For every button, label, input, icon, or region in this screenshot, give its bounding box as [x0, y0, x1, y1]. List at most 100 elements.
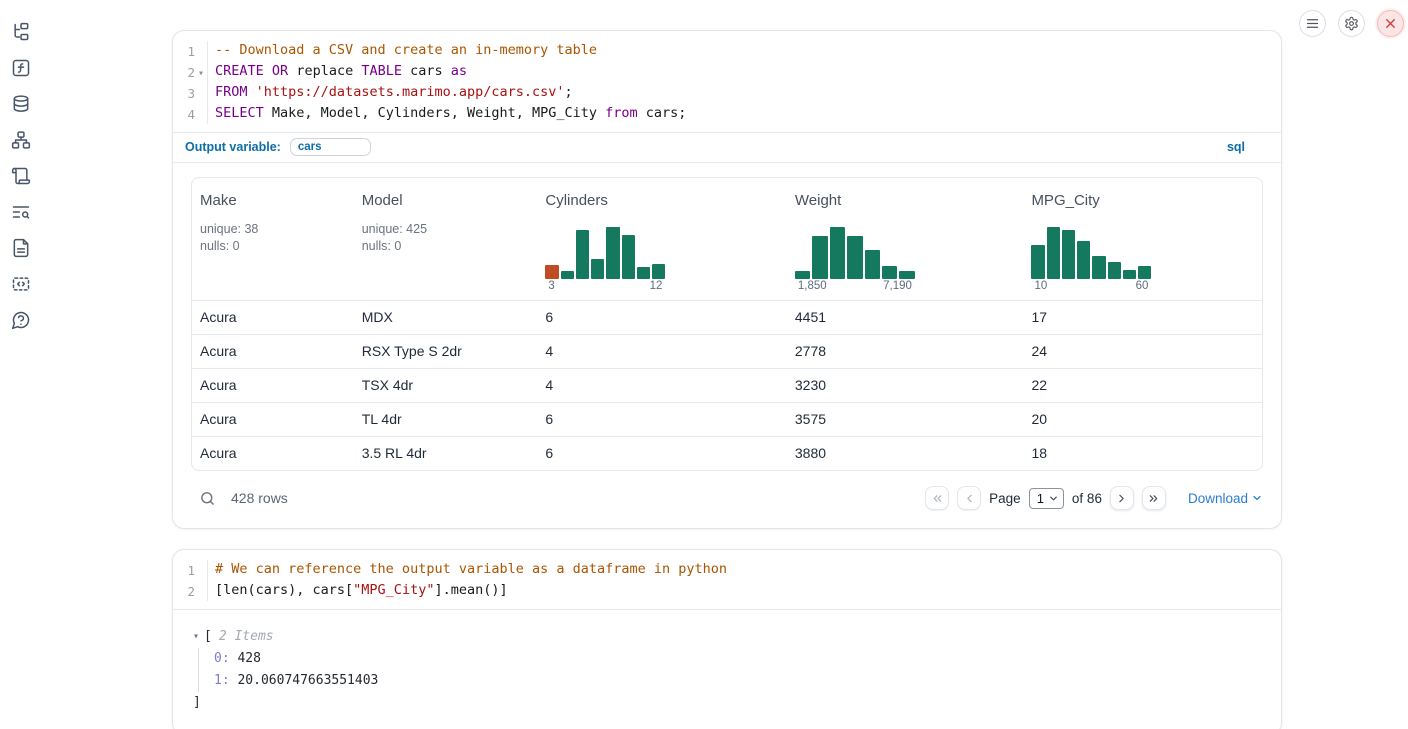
column-histogram: 312: [545, 227, 665, 292]
column-header-weight[interactable]: Weight 1,8507,190: [787, 178, 1024, 300]
axis-tick-label: 60: [1136, 280, 1149, 292]
output-list-items: 0: 4281: 20.060747663551403: [198, 648, 1263, 692]
table-cell: 3575: [787, 403, 1024, 436]
histogram-axis: 10 60: [1031, 279, 1151, 292]
histogram-bar: [606, 227, 619, 279]
table-row[interactable]: Acura3.5 RL 4dr6388018: [192, 436, 1262, 470]
chevron-down-icon: [1251, 492, 1263, 504]
code-line[interactable]: 2[len(cars), cars["MPG_City"].mean()]: [173, 581, 1281, 602]
column-header-cylinders[interactable]: Cylinders 312: [537, 178, 787, 300]
axis-tick-label: 10: [1034, 280, 1047, 292]
histogram-bar: [622, 235, 635, 279]
column-header-make[interactable]: Make unique: 38nulls: 0: [192, 178, 354, 300]
column-name: Make: [200, 192, 346, 209]
page-label: Page: [989, 491, 1021, 506]
table-body: AcuraMDX6445117AcuraRSX Type S 2dr427782…: [192, 300, 1262, 470]
column-histogram: 10 60: [1031, 227, 1151, 292]
data-table: Makeunique: 38nulls: 0Modelunique: 425nu…: [191, 177, 1263, 471]
histogram-bar: [637, 267, 650, 279]
column-stat: nulls: 0: [200, 238, 346, 255]
code-line[interactable]: 2▾CREATE OR replace TABLE cars as: [173, 62, 1281, 84]
collapse-chevron-icon[interactable]: ▾: [193, 626, 204, 648]
histogram-bar: [545, 265, 558, 279]
item-index: 1:: [214, 673, 230, 688]
line-number: 1: [173, 560, 195, 581]
previous-page-button[interactable]: [957, 486, 981, 510]
help-chat-icon[interactable]: [3, 302, 39, 338]
table-cell: 18: [1023, 437, 1262, 470]
page-total-label: of 86: [1072, 491, 1102, 506]
python-code-editor[interactable]: 1# We can reference the output variable …: [173, 550, 1281, 609]
code-line[interactable]: 1-- Download a CSV and create an in-memo…: [173, 41, 1281, 62]
download-button[interactable]: Download: [1188, 491, 1263, 506]
table-row[interactable]: AcuraMDX6445117: [192, 300, 1262, 334]
histogram-bar: [865, 250, 880, 279]
axis-tick-label: 12: [650, 280, 663, 292]
python-output: ▾ [ 2 Items 0: 4281: 20.060747663551403 …: [173, 610, 1281, 729]
table-row[interactable]: AcuraRSX Type S 2dr4277824: [192, 334, 1262, 368]
snippets-icon[interactable]: [3, 266, 39, 302]
dependency-graph-icon[interactable]: [3, 122, 39, 158]
table-cell: Acura: [192, 335, 354, 368]
code-text: -- Download a CSV and create an in-memor…: [207, 41, 597, 62]
table-cell: Acura: [192, 437, 354, 470]
gear-icon[interactable]: [1338, 10, 1365, 37]
search-icon[interactable]: [191, 490, 216, 507]
function-square-icon[interactable]: [3, 50, 39, 86]
fold-gutter: [195, 104, 207, 125]
left-panel-sidebar: [0, 0, 42, 729]
table-cell: 22: [1023, 369, 1262, 402]
code-line[interactable]: 4SELECT Make, Model, Cylinders, Weight, …: [173, 104, 1281, 125]
histogram-bar: [1123, 270, 1136, 279]
fold-chevron-icon[interactable]: ▾: [195, 62, 207, 84]
histogram-bars: [1031, 227, 1151, 279]
items-count-label: 2 Items: [219, 626, 274, 648]
close-icon[interactable]: [1377, 10, 1404, 37]
column-stat: unique: 38: [200, 221, 346, 238]
column-name: Cylinders: [545, 192, 779, 209]
file-tree-icon[interactable]: [3, 14, 39, 50]
code-line[interactable]: 3FROM 'https://datasets.marimo.app/cars.…: [173, 83, 1281, 104]
code-line[interactable]: 1# We can reference the output variable …: [173, 560, 1281, 581]
table-row[interactable]: AcuraTL 4dr6357520: [192, 402, 1262, 436]
column-header-mpg_city[interactable]: MPG_City1060: [1023, 178, 1262, 300]
table-row[interactable]: AcuraTSX 4dr4323022: [192, 368, 1262, 402]
histogram-bar: [899, 271, 914, 279]
output-variable-row: Output variable: sql: [173, 133, 1281, 162]
scroll-icon[interactable]: [3, 158, 39, 194]
last-page-button[interactable]: [1142, 486, 1166, 510]
database-icon[interactable]: [3, 86, 39, 122]
table-cell: 2778: [787, 335, 1024, 368]
table-header-row: Makeunique: 38nulls: 0Modelunique: 425nu…: [192, 178, 1262, 300]
histogram-axis: 1,8507,190: [795, 279, 915, 292]
sql-code-editor[interactable]: 1-- Download a CSV and create an in-memo…: [173, 31, 1281, 132]
table-cell: 17: [1023, 301, 1262, 334]
table-cell: TSX 4dr: [354, 369, 538, 402]
download-label: Download: [1188, 491, 1248, 506]
output-list-header: ▾ [ 2 Items: [193, 626, 1263, 648]
histogram-bar: [882, 266, 897, 279]
table-cell: 24: [1023, 335, 1262, 368]
next-page-button[interactable]: [1110, 486, 1134, 510]
page-select[interactable]: 1: [1029, 488, 1064, 509]
output-list-item: 1: 20.060747663551403: [214, 670, 1263, 692]
output-variable-input[interactable]: [290, 138, 371, 156]
column-header-model[interactable]: Modelunique: 425nulls: 0: [354, 178, 538, 300]
fold-gutter: [195, 83, 207, 104]
axis-tick-label: 1,850: [798, 280, 827, 292]
document-icon[interactable]: [3, 230, 39, 266]
output-list-item: 0: 428: [214, 648, 1263, 670]
first-page-button[interactable]: [925, 486, 949, 510]
menu-icon[interactable]: [1299, 10, 1326, 37]
item-value: 428: [230, 651, 261, 666]
logs-search-icon[interactable]: [3, 194, 39, 230]
table-cell: 4451: [787, 301, 1024, 334]
histogram-bar: [1138, 266, 1151, 279]
column-name: Model: [362, 192, 530, 209]
column-name: Weight: [795, 192, 1016, 209]
code-text: SELECT Make, Model, Cylinders, Weight, M…: [207, 104, 686, 125]
line-number: 2: [173, 581, 195, 602]
code-text: FROM 'https://datasets.marimo.app/cars.c…: [207, 83, 573, 104]
histogram-bar: [591, 259, 604, 279]
column-stat: nulls: 0: [362, 238, 530, 255]
